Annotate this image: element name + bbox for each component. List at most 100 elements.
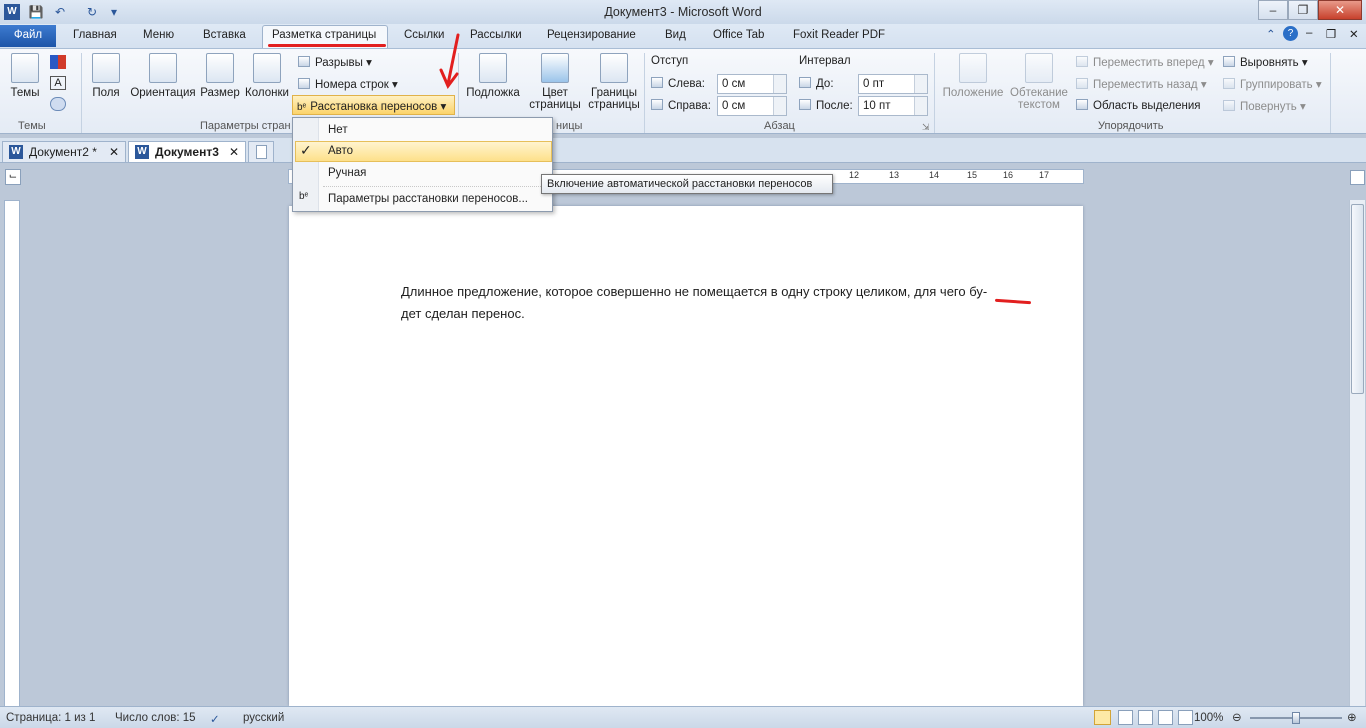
draft-view-icon[interactable] [1178,710,1193,725]
hyphenation-button[interactable]: bᵉ Расстановка переносов ▾ [292,95,455,115]
breaks-label: Разрывы [315,57,363,69]
tab-home[interactable]: Главная [73,29,117,41]
spacing-after-label: После: [799,99,853,112]
rotate-label: Повернуть [1240,101,1297,113]
zoom-in-icon[interactable]: ⊕ [1347,710,1357,724]
tab-page-layout[interactable]: Разметка страницы [272,29,376,41]
size-icon [206,53,234,83]
spacing-after-icon [799,99,811,110]
vertical-ruler[interactable] [4,200,20,708]
group-button[interactable]: Группировать ▾ [1223,77,1322,91]
selection-pane-button[interactable]: Область выделения [1076,99,1201,112]
outline-view-icon[interactable] [1158,710,1173,725]
theme-fonts-icon[interactable]: A [50,76,66,90]
view-ruler-icon[interactable] [1350,170,1365,185]
bring-forward-icon [1076,56,1088,67]
status-word-count[interactable]: Число слов: 15 [115,712,196,724]
ruler-tick: 13 [889,170,900,180]
new-document-icon [256,145,267,159]
word-doc-icon: W [9,145,23,159]
tab-insert[interactable]: Вставка [203,29,246,41]
full-screen-reading-icon[interactable] [1118,710,1133,725]
document-body[interactable]: Длинное предложение, которое совершенно … [401,281,1031,325]
group-arrange-label: Упорядочить [1098,120,1164,132]
zoom-slider-thumb[interactable] [1292,712,1300,724]
zoom-out-icon[interactable]: ⊖ [1232,710,1242,724]
columns-icon [253,53,281,83]
print-layout-view-icon[interactable] [1094,710,1111,725]
ribbon-collapse-icon[interactable]: ⌃ [1266,27,1276,41]
indent-right-label: Справа: [651,99,711,112]
group-separator [934,53,935,133]
zoom-level[interactable]: 100% [1194,712,1223,724]
status-language[interactable]: русский [243,712,284,724]
theme-effects-icon[interactable] [50,97,66,111]
annotation-arrow-icon [439,33,460,89]
align-icon [1223,56,1235,67]
theme-colors-icon[interactable] [50,55,66,69]
maximize-button[interactable]: ❐ [1288,0,1318,20]
spacing-after-input[interactable]: 10 пт [858,96,928,116]
doc-restore-icon[interactable]: ❐ [1326,27,1336,41]
indent-right-input[interactable]: 0 см [717,96,787,116]
selection-pane-icon [1076,99,1088,110]
doc-tab-document2[interactable]: W Документ2 * ✕ [2,141,126,162]
document-line-1: Длинное предложение, которое совершенно … [401,284,988,299]
indent-left-input[interactable]: 0 см [717,74,787,94]
orientation-button[interactable]: Ориентация [128,53,198,99]
line-numbers-button[interactable]: Номера строк ▾ [298,77,398,91]
proofing-icon[interactable]: ✓ [210,712,220,726]
minimize-button[interactable]: – [1258,0,1288,20]
wrap-text-button[interactable]: Обтекание текстом [1008,53,1070,111]
spacing-title: Интервал [799,55,851,67]
close-icon[interactable]: ✕ [109,145,119,159]
new-tab-button[interactable] [248,141,274,162]
size-button[interactable]: Размер [200,53,240,99]
page-borders-button[interactable]: Границы страницы [588,53,640,111]
margins-button[interactable]: Поля [88,53,124,99]
doc-close-icon[interactable]: ✕ [1349,27,1359,41]
group-separator [81,53,82,133]
columns-button[interactable]: Колонки [243,53,291,99]
close-button[interactable]: ✕ [1318,0,1362,20]
close-icon[interactable]: ✕ [229,145,239,159]
status-page[interactable]: Страница: 1 из 1 [6,712,95,724]
page-color-button[interactable]: Цвет страницы [524,53,586,111]
document-page[interactable]: Длинное предложение, которое совершенно … [289,206,1083,706]
paragraph-dialog-launcher-icon[interactable]: ⇲ [922,122,930,133]
themes-button[interactable]: Темы [8,53,42,99]
scrollbar-thumb[interactable] [1351,204,1364,394]
web-layout-icon[interactable] [1138,710,1153,725]
tab-view[interactable]: Вид [665,29,686,41]
send-backward-button[interactable]: Переместить назад ▾ [1076,77,1207,91]
menu-item-auto[interactable]: Авто [328,145,353,157]
align-button[interactable]: Выровнять ▾ [1223,55,1308,69]
checkmark-icon: ✓ [300,142,312,158]
watermark-button[interactable]: Подложка [463,53,523,99]
menu-item-manual[interactable]: Ручная [328,167,366,179]
breaks-button[interactable]: Разрывы ▾ [298,55,372,69]
size-label: Размер [200,87,240,99]
menu-item-none[interactable]: Нет [328,124,348,136]
margins-icon [92,53,120,83]
tab-file[interactable]: Файл [0,25,56,47]
position-button[interactable]: Положение [940,53,1006,99]
help-icon[interactable]: ? [1283,26,1298,41]
tab-office-tab[interactable]: Office Tab [713,29,764,41]
tab-mailings[interactable]: Рассылки [470,29,522,41]
rotate-button[interactable]: Повернуть ▾ [1223,99,1306,113]
doc-tab-document3[interactable]: W Документ3 ✕ [128,141,246,162]
tab-stop-selector-icon[interactable]: ⌙ [5,169,21,185]
tab-review[interactable]: Рецензирование [547,29,636,41]
bring-forward-button[interactable]: Переместить вперед ▾ [1076,55,1214,69]
group-icon [1223,78,1235,89]
spacing-before-text: До: [816,78,834,90]
tab-menu[interactable]: Меню [143,29,174,41]
position-icon [959,53,987,83]
indent-right-icon [651,99,663,110]
menu-item-hyphenation-options[interactable]: Параметры расстановки переносов... [328,193,528,205]
vertical-scrollbar[interactable] [1349,200,1365,706]
tab-foxit[interactable]: Foxit Reader PDF [793,29,885,41]
doc-minimize-icon[interactable]: – [1306,27,1312,39]
spacing-before-input[interactable]: 0 пт [858,74,928,94]
